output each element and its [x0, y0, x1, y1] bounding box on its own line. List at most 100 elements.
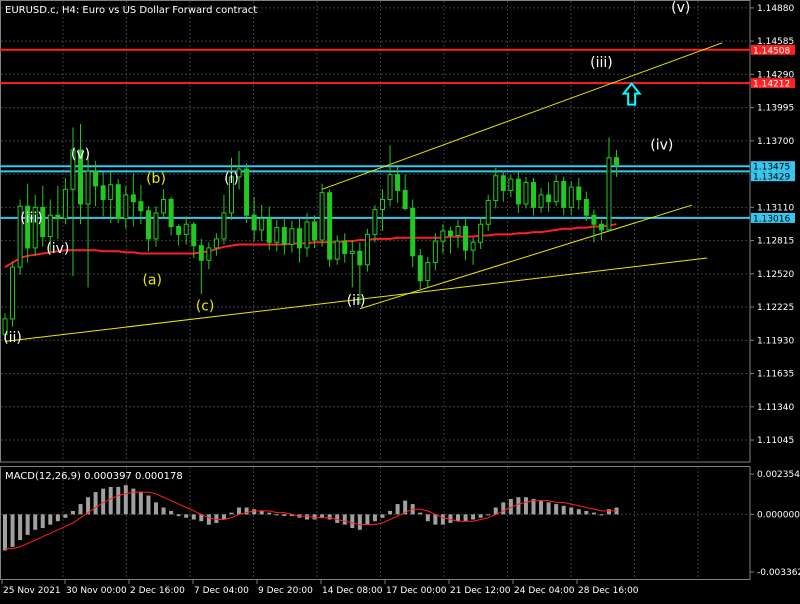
- candle-body: [130, 194, 136, 203]
- candle-body: [591, 214, 597, 225]
- candle-body: [183, 223, 189, 235]
- candle-body: [93, 170, 99, 187]
- candle-body: [568, 186, 574, 208]
- macd-bar: [305, 514, 309, 520]
- candle: [244, 163, 250, 224]
- candle-body: [583, 198, 589, 216]
- candle: [319, 183, 325, 247]
- macd-bar: [576, 509, 581, 515]
- candle-body: [312, 221, 318, 241]
- time-tick-label: 30 Nov 00:00: [66, 586, 127, 596]
- macd-tick-label: 0.000000: [757, 510, 800, 520]
- candle-body: [85, 170, 91, 205]
- candle-body: [100, 185, 106, 200]
- macd-bar: [418, 512, 423, 515]
- time-tick-label: 25 Nov 2021: [3, 586, 61, 596]
- macd-bar: [138, 492, 143, 515]
- candle-body: [153, 212, 159, 240]
- candle-body: [576, 186, 582, 200]
- macd-bar: [320, 514, 325, 518]
- candle-body: [614, 157, 620, 166]
- candle-body: [395, 174, 401, 191]
- price-tag-label: 1.13429: [753, 173, 790, 183]
- price-tick-label: 1.12520: [757, 270, 794, 280]
- macd-bar: [380, 514, 385, 518]
- time-tick-label: 7 Dec 04:00: [194, 586, 249, 596]
- candle-body: [251, 214, 257, 231]
- macd-bar: [357, 514, 362, 530]
- wave-label[interactable]: (iv): [650, 137, 673, 153]
- price-tag: 1.13475: [751, 161, 795, 173]
- candle-body: [447, 230, 453, 237]
- price-tag-label: 1.13016: [753, 214, 790, 224]
- wave-label[interactable]: (v): [671, 0, 690, 16]
- candle-body: [244, 168, 250, 216]
- candle-body: [470, 241, 476, 251]
- macd-bar: [433, 514, 438, 525]
- macd-bar: [40, 514, 45, 529]
- macd-bar: [501, 502, 506, 515]
- wave-label[interactable]: (iv): [46, 241, 69, 257]
- candle-body: [274, 227, 280, 243]
- candle-body: [432, 240, 438, 264]
- candle-body: [410, 207, 416, 257]
- candle: [10, 261, 16, 327]
- wave-label[interactable]: (b): [146, 171, 166, 187]
- macd-bar: [33, 514, 38, 530]
- wave-label[interactable]: (iii): [590, 55, 613, 71]
- candle-body: [485, 200, 491, 225]
- macd-bar: [539, 500, 544, 515]
- candle-body: [380, 198, 385, 211]
- candle-body: [304, 221, 310, 249]
- time-tick-label: 17 Dec 00:00: [386, 586, 447, 596]
- macd-bar: [63, 514, 68, 518]
- macd-bar: [350, 514, 355, 529]
- wave-label[interactable]: (iii): [20, 211, 43, 227]
- candle-body: [296, 228, 302, 249]
- candle-body: [478, 223, 484, 243]
- time-tick-label: 28 Dec 16:00: [578, 586, 639, 596]
- macd-bar: [123, 485, 128, 515]
- candle: [364, 228, 370, 272]
- price-tick-label: 1.12225: [757, 303, 794, 313]
- candle-body: [372, 209, 378, 235]
- wave-label[interactable]: (v): [71, 146, 90, 162]
- trading-chart[interactable]: (v) (iii) (iv) (v) (b) (i) (iii) (iv) (a) (c) (ii)…: [0, 0, 800, 600]
- macd-bar: [176, 514, 181, 517]
- macd-bar: [267, 512, 272, 515]
- candle-body: [357, 250, 363, 266]
- macd-bar: [440, 514, 445, 525]
- price-tick-label: 1.11340: [757, 403, 794, 413]
- macd-bar: [372, 514, 377, 522]
- macd-bar: [25, 514, 30, 535]
- macd-bar: [342, 514, 347, 525]
- wave-label[interactable]: (ii): [347, 293, 366, 309]
- macd-bar: [478, 514, 483, 518]
- candle-body: [455, 225, 461, 237]
- price-tick-label: 1.12815: [757, 237, 794, 247]
- macd-bar: [395, 504, 400, 515]
- wave-label[interactable]: (a): [142, 273, 162, 289]
- macd-bar: [184, 514, 189, 518]
- macd-bar: [252, 509, 257, 515]
- wave-label[interactable]: (ii): [3, 330, 22, 346]
- macd-bar: [312, 514, 317, 520]
- candle-body: [47, 214, 53, 238]
- macd-bar: [55, 514, 60, 522]
- price-tag-label: 1.14508: [753, 46, 790, 56]
- chart-canvas[interactable]: (v)(iii)(iv)(v)(b) (i)(iii)(iv)(a)(c) (ii)…: [0, 0, 800, 600]
- candle-body: [62, 188, 68, 220]
- macd-bar: [274, 514, 279, 516]
- candle-body: [10, 266, 16, 320]
- macd-bar: [471, 514, 476, 520]
- candle-body: [108, 184, 114, 200]
- candle-body: [598, 223, 604, 231]
- candle-body: [402, 189, 408, 209]
- macd-bar: [48, 514, 53, 525]
- macd-bar: [154, 502, 158, 515]
- macd-bar: [206, 514, 211, 525]
- wave-label[interactable]: (c): [196, 298, 215, 314]
- candle-body: [289, 228, 295, 246]
- macd-bar: [448, 514, 453, 523]
- wave-label[interactable]: (i): [224, 171, 239, 187]
